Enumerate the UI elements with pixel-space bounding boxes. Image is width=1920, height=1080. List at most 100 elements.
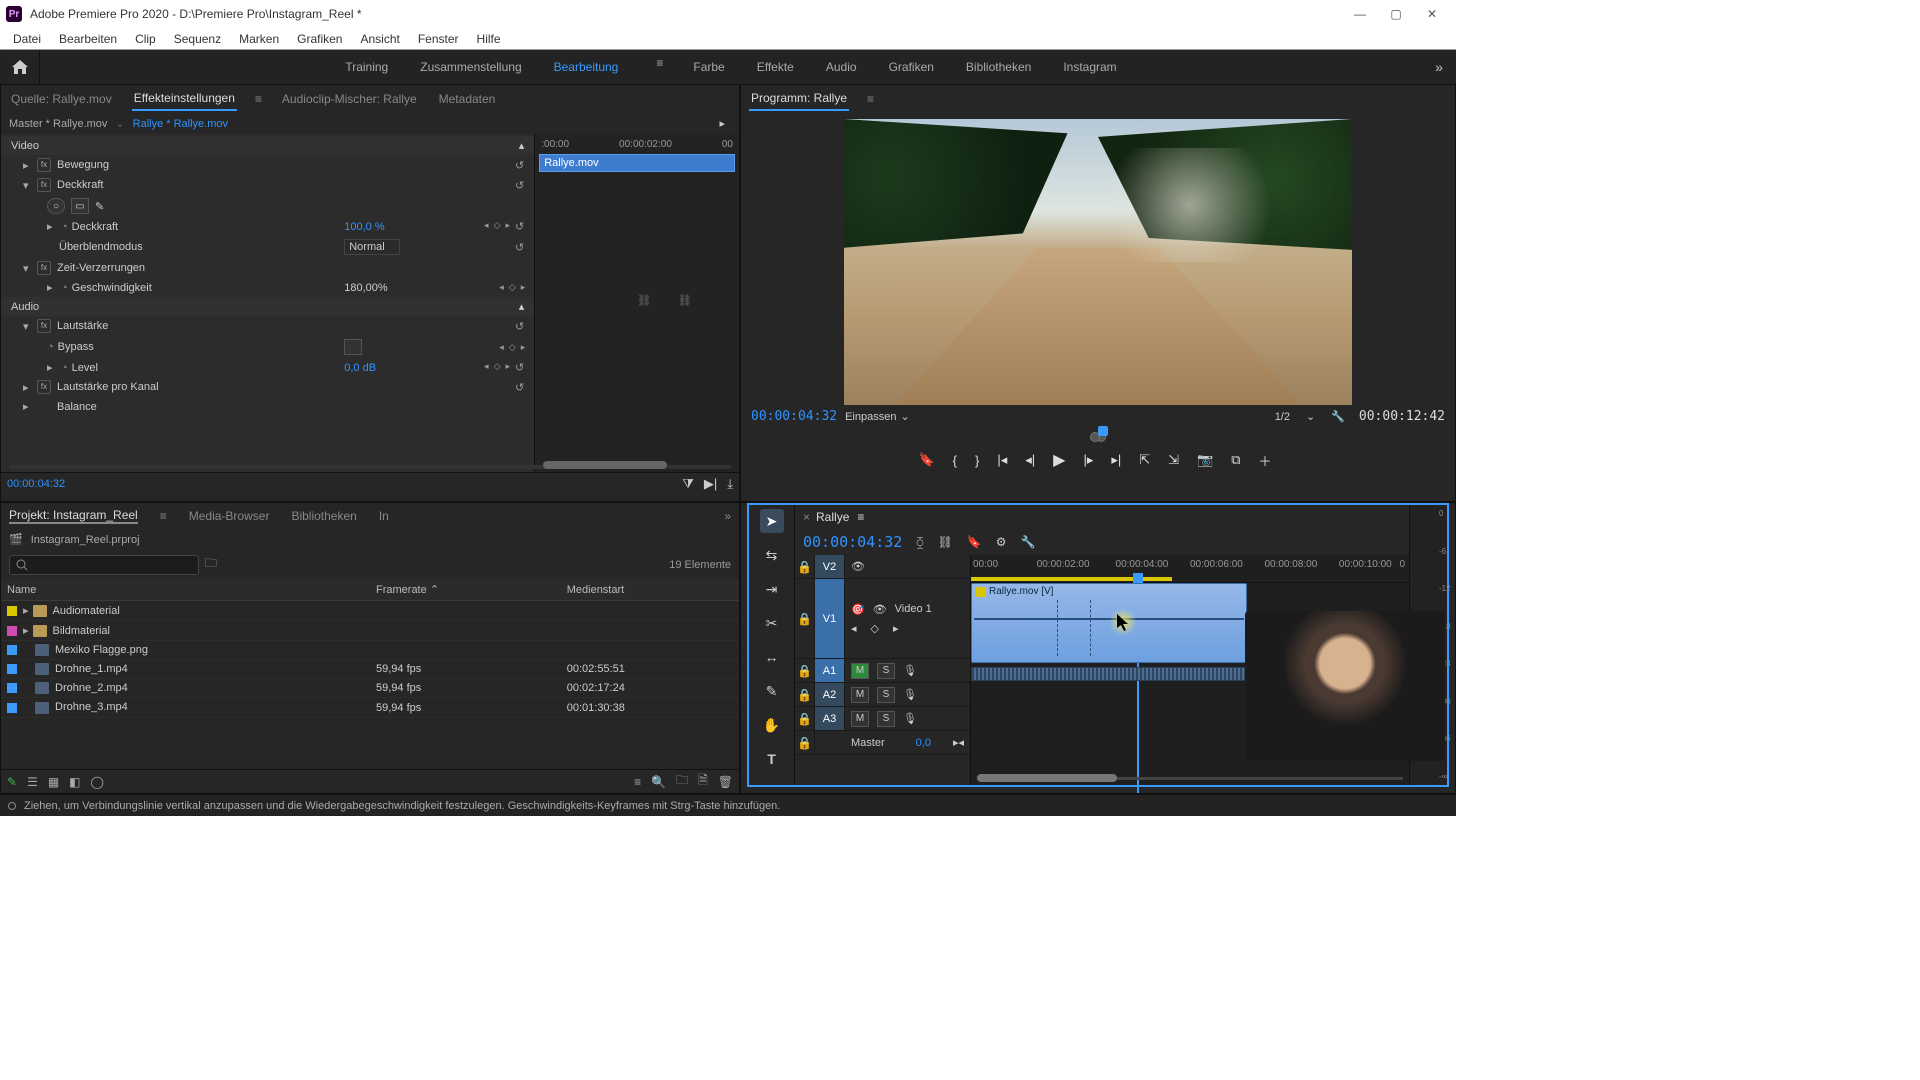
timeline-zoom-scrollbar[interactable] [971, 773, 1409, 783]
ws-libraries[interactable]: Bibliotheken [964, 56, 1033, 78]
table-row[interactable]: Drohne_3.mp459,94 fps00:01:30:38 [1, 698, 739, 717]
home-button[interactable] [0, 50, 40, 84]
effect-scrollbar[interactable] [9, 463, 731, 471]
track-tag-v1[interactable]: V1 [815, 579, 845, 658]
marker-icon[interactable]: 🔖 [967, 535, 982, 549]
track-select-tool[interactable]: ⇆ [760, 543, 784, 567]
playhead-icon[interactable] [1098, 426, 1108, 436]
mark-out-icon[interactable]: } [975, 453, 979, 468]
chevron-down-icon[interactable]: ⌄ [1306, 410, 1315, 423]
ws-overflow-button[interactable]: » [1422, 59, 1456, 75]
sequence-clip-link[interactable]: Rallye * Rallye.mov [133, 118, 228, 130]
effect-volume[interactable]: Lautstärke [57, 320, 464, 332]
reset-icon[interactable]: ↺ [515, 361, 524, 374]
project-search-input[interactable] [9, 555, 199, 575]
automate-to-sequence-icon[interactable]: ≡ [634, 775, 641, 789]
tab-libraries[interactable]: Bibliotheken [291, 509, 356, 523]
track-name[interactable]: Video 1 [895, 603, 964, 615]
stopwatch-icon[interactable]: ◔ [61, 221, 68, 233]
go-to-in-icon[interactable]: |◂ [997, 452, 1007, 468]
write-mode-icon[interactable]: ✎ [7, 775, 17, 789]
track-tag-a2[interactable]: A2 [815, 683, 845, 706]
panel-menu-icon[interactable]: ≡ [160, 509, 167, 523]
zoom-fit-select[interactable]: Einpassen [845, 411, 896, 423]
reset-icon[interactable]: ↺ [515, 159, 524, 172]
menu-fenster[interactable]: Fenster [409, 30, 468, 48]
menu-sequenz[interactable]: Sequenz [165, 30, 230, 48]
ws-effects[interactable]: Effekte [755, 56, 796, 78]
footer-timecode[interactable]: 00:00:04:32 [7, 478, 65, 490]
ws-graphics[interactable]: Grafiken [887, 56, 936, 78]
next-keyframe-icon[interactable]: ▸ [521, 282, 525, 293]
program-viewport[interactable] [844, 119, 1352, 405]
effect-motion[interactable]: Bewegung [57, 159, 464, 171]
slip-tool[interactable]: ↔ [760, 645, 784, 669]
tab-effect-controls[interactable]: Effekteinstellungen [132, 87, 237, 111]
snap-icon[interactable]: ⧲ [916, 535, 923, 550]
menu-ansicht[interactable]: Ansicht [351, 30, 408, 48]
type-tool[interactable]: T [760, 747, 784, 771]
selection-tool[interactable]: ➤ [760, 509, 784, 533]
toggle-output-icon[interactable]: 👁 [851, 560, 865, 573]
new-bin-icon[interactable]: 🗀 [676, 771, 688, 792]
step-back-icon[interactable]: ◂| [1025, 452, 1035, 468]
twirl-icon[interactable]: ▸ [47, 220, 57, 233]
mute-toggle[interactable]: M [851, 711, 869, 727]
menu-clip[interactable]: Clip [126, 30, 165, 48]
blend-mode-select[interactable]: Normal [344, 239, 400, 255]
lock-icon[interactable]: 🔒 [795, 731, 815, 754]
magnet-icon[interactable]: ⛓ [637, 294, 651, 307]
twirl-icon[interactable]: ▾ [23, 179, 33, 192]
add-keyframe-icon[interactable]: ◇ [509, 282, 515, 293]
find-icon[interactable]: 🔍 [651, 775, 666, 789]
target-icon[interactable]: 🎯 [851, 603, 865, 616]
timeline-ruler[interactable]: 00:00 00:00:02:00 00:00:04:00 00:00:06:0… [971, 555, 1409, 583]
label-swatch[interactable] [7, 606, 17, 616]
next-keyframe-icon[interactable]: ▸ [505, 361, 509, 374]
icon-view-icon[interactable]: ▦ [48, 775, 59, 789]
prev-keyframe-icon[interactable]: ◂ [499, 282, 503, 293]
filter-icon[interactable]: ⧩ [682, 476, 694, 492]
menu-datei[interactable]: Datei [4, 30, 50, 48]
twirl-icon[interactable]: ▸ [23, 625, 29, 637]
toggle-output-icon[interactable]: 👁 [873, 603, 887, 616]
play-only-icon[interactable]: ▶| [704, 476, 717, 492]
maximize-button[interactable]: ▢ [1378, 1, 1414, 27]
twirl-icon[interactable]: ▸ [23, 400, 33, 413]
sequence-tab[interactable]: Rallye [816, 510, 849, 524]
stopwatch-icon[interactable]: ◔ [61, 362, 68, 374]
add-marker-icon[interactable]: 🔖 [918, 452, 934, 468]
wrench-icon[interactable]: 🔧 [1331, 410, 1345, 423]
effect-opacity[interactable]: Deckkraft [57, 179, 464, 191]
overflow-icon[interactable]: » [724, 509, 731, 523]
chevron-down-icon[interactable]: ⌄ [115, 117, 124, 130]
col-name[interactable]: Name [1, 579, 370, 601]
lock-icon[interactable]: 🔒 [795, 579, 815, 658]
ws-training[interactable]: Training [343, 56, 390, 78]
razor-tool[interactable]: ✂ [760, 611, 784, 635]
close-button[interactable]: ✕ [1414, 1, 1450, 27]
twirl-icon[interactable]: ▸ [23, 159, 33, 172]
extract-icon[interactable]: ⇲ [1168, 452, 1179, 468]
table-row[interactable]: Drohne_2.mp459,94 fps00:02:17:24 [1, 679, 739, 698]
close-tab-icon[interactable]: × [803, 510, 810, 524]
panel-menu-icon[interactable]: ≡ [867, 92, 874, 106]
mask-ellipse-icon[interactable]: ○ [47, 198, 65, 214]
step-forward-icon[interactable]: |▸ [1083, 452, 1093, 468]
reset-icon[interactable]: ↺ [515, 220, 524, 233]
stopwatch-icon[interactable]: ◔ [47, 341, 54, 353]
reset-icon[interactable]: ↺ [515, 179, 524, 192]
playhead-icon[interactable] [1133, 573, 1143, 583]
comparison-view-icon[interactable]: ⧉ [1231, 452, 1240, 468]
twirl-icon[interactable]: ▸ [47, 361, 57, 374]
speed-value[interactable]: 180,00% [344, 282, 464, 294]
collapse-up-icon[interactable]: ▴ [519, 300, 525, 313]
tab-source[interactable]: Quelle: Rallye.mov [9, 88, 114, 110]
export-frame-icon[interactable]: 📷 [1197, 452, 1213, 468]
twirl-icon[interactable]: ▸ [23, 605, 29, 617]
next-keyframe-icon[interactable]: ▸ [505, 220, 509, 233]
voiceover-icon[interactable]: 🎙 [903, 688, 917, 701]
ws-assembly[interactable]: Zusammenstellung [418, 56, 523, 78]
new-item-icon[interactable]: 🗎 [698, 771, 708, 792]
hand-tool[interactable]: ✋ [760, 713, 784, 737]
